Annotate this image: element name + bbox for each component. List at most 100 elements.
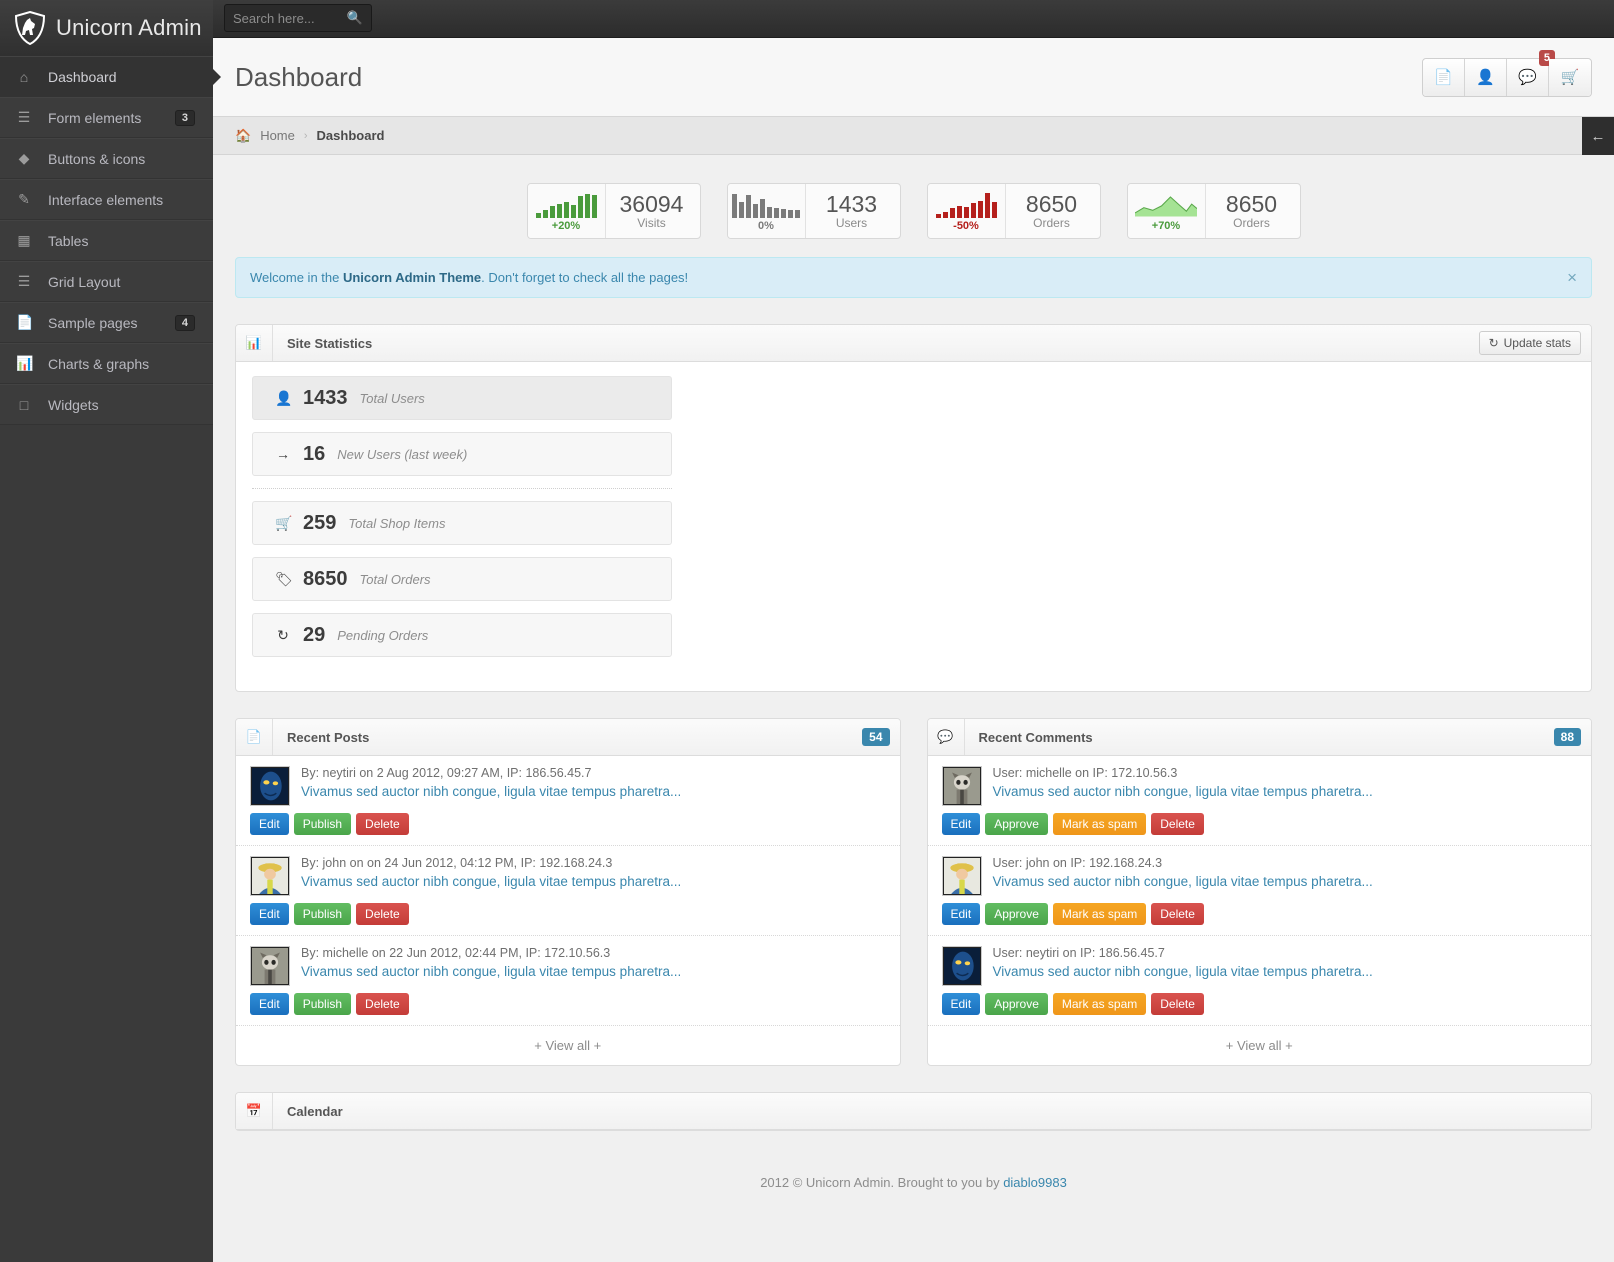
list-item-link[interactable]: Vivamus sed auctor nibh congue, ligula v…	[301, 784, 886, 799]
active-indicator-arrow	[213, 69, 221, 85]
breadcrumb: 🏠 Home › Dashboard ←	[213, 117, 1614, 155]
search-icon[interactable]: 🔍	[347, 10, 363, 26]
stat-box-percent: +20%	[552, 220, 580, 232]
approve-button[interactable]: Approve	[985, 993, 1048, 1015]
sidebar-item-dashboard[interactable]: ⌂Dashboard	[0, 56, 213, 97]
edit-button[interactable]: Edit	[250, 813, 289, 835]
stat-row-value: 8650	[303, 568, 348, 591]
stat-row-label: Total Orders	[360, 572, 431, 587]
edit-button[interactable]: Edit	[250, 903, 289, 925]
delete-button[interactable]: Delete	[356, 903, 409, 925]
brand[interactable]: Unicorn Admin	[0, 0, 213, 56]
recent-comments-view-all[interactable]: + View all +	[928, 1026, 1592, 1065]
header-action-user-button[interactable]: 👤	[1465, 59, 1507, 96]
update-stats-label: Update stats	[1504, 336, 1571, 350]
list-item-actions: EditPublishDelete	[250, 903, 886, 925]
publish-button[interactable]: Publish	[294, 903, 351, 925]
edit-button[interactable]: Edit	[942, 813, 981, 835]
main-area: +20%36094Visits0%1433Users-50%8650Orders…	[213, 155, 1614, 1190]
sidebar-item-tables[interactable]: ▦Tables	[0, 220, 213, 261]
publish-button[interactable]: Publish	[294, 813, 351, 835]
sidebar-item-label: Charts & graphs	[48, 356, 213, 372]
avatar	[250, 766, 290, 806]
edit-button[interactable]: Edit	[250, 993, 289, 1015]
header-action-cart-button[interactable]: 🛒	[1549, 59, 1591, 96]
refresh-icon: ↻	[275, 627, 291, 644]
comment-icon: 💬	[1518, 68, 1537, 86]
edit-button[interactable]: Edit	[942, 993, 981, 1015]
recent-comments-widget: 💬 Recent Comments 88 User: michelle on I…	[927, 718, 1593, 1066]
sidebar-item-widgets[interactable]: □Widgets	[0, 384, 213, 425]
stat-box-value-group: 36094Visits	[606, 184, 700, 238]
list-item-actions: EditPublishDelete	[250, 813, 886, 835]
sidebar-item-sample-pages[interactable]: 📄Sample pages4	[0, 302, 213, 343]
close-icon[interactable]: ×	[1567, 269, 1577, 286]
stat-box-visits-0[interactable]: +20% 36094Visits	[527, 183, 701, 239]
list-item-link[interactable]: Vivamus sed auctor nibh congue, ligula v…	[993, 784, 1578, 799]
approve-button[interactable]: Approve	[985, 813, 1048, 835]
list-item-link[interactable]: Vivamus sed auctor nibh congue, ligula v…	[993, 964, 1578, 979]
list-item: By: john on on 24 Jun 2012, 04:12 PM, IP…	[236, 846, 900, 936]
recent-posts-badge: 54	[862, 728, 889, 746]
delete-button[interactable]: Delete	[1151, 903, 1204, 925]
delete-button[interactable]: Delete	[1151, 813, 1204, 835]
footer-author-link[interactable]: diablo9983	[1003, 1175, 1067, 1190]
recent-posts-view-all[interactable]: + View all +	[236, 1026, 900, 1065]
search-box[interactable]: 🔍	[224, 4, 372, 32]
update-stats-button[interactable]: ↻ Update stats	[1479, 331, 1581, 355]
site-statistics-header: 📊 Site Statistics ↻ Update stats	[236, 325, 1591, 362]
sidebar-item-form-elements[interactable]: ☰Form elements3	[0, 97, 213, 138]
search-input[interactable]	[233, 11, 345, 26]
stat-box-spark: -50%	[928, 184, 1006, 238]
sidebar-item-label: Sample pages	[48, 315, 159, 331]
sidebar-collapse-toggle[interactable]: ←	[1582, 117, 1614, 155]
approve-button[interactable]: Approve	[985, 903, 1048, 925]
list-item-link[interactable]: Vivamus sed auctor nibh congue, ligula v…	[993, 874, 1578, 889]
stat-row-total-users: 👤1433Total Users	[252, 376, 672, 420]
sidebar-item-label: Buttons & icons	[48, 151, 213, 167]
delete-button[interactable]: Delete	[1151, 993, 1204, 1015]
avatar	[942, 946, 982, 986]
stat-row-label: Total Users	[360, 391, 425, 406]
stats-divider	[252, 488, 672, 489]
mark-as-spam-button[interactable]: Mark as spam	[1053, 903, 1146, 925]
user-icon: 👤	[275, 390, 291, 407]
stat-box-label: Users	[836, 216, 867, 230]
stat-row-value: 259	[303, 512, 336, 535]
recent-posts-header: 📄 Recent Posts 54	[236, 719, 900, 756]
mark-as-spam-button[interactable]: Mark as spam	[1053, 993, 1146, 1015]
delete-button[interactable]: Delete	[356, 993, 409, 1015]
site-statistics-widget: 📊 Site Statistics ↻ Update stats 👤1433To…	[235, 324, 1592, 692]
list-item-meta: By: john on on 24 Jun 2012, 04:12 PM, IP…	[301, 856, 886, 870]
feeds-row: 📄 Recent Posts 54 By: neytiri on 2 Aug 2…	[235, 718, 1592, 1092]
home-icon: ⌂	[16, 69, 32, 85]
sidebar-item-charts-graphs[interactable]: 📊Charts & graphs	[0, 343, 213, 384]
site-statistics-title: Site Statistics	[273, 336, 372, 351]
sidebar-item-badge: 4	[175, 315, 195, 331]
stat-box-users-1[interactable]: 0%1433Users	[727, 183, 901, 239]
grid-icon: ▦	[16, 232, 32, 249]
list-item-link[interactable]: Vivamus sed auctor nibh congue, ligula v…	[301, 964, 886, 979]
list-item: By: neytiri on 2 Aug 2012, 09:27 AM, IP:…	[236, 756, 900, 846]
mark-as-spam-button[interactable]: Mark as spam	[1053, 813, 1146, 835]
recent-comments-list: User: michelle on IP: 172.10.56.3Vivamus…	[928, 756, 1592, 1026]
avatar	[250, 946, 290, 986]
stat-box-orders-2[interactable]: -50%8650Orders	[927, 183, 1101, 239]
breadcrumb-home-link[interactable]: Home	[260, 128, 295, 143]
refresh-icon: ↻	[1489, 336, 1499, 350]
list-item: User: michelle on IP: 172.10.56.3Vivamus…	[928, 756, 1592, 846]
list-item-link[interactable]: Vivamus sed auctor nibh congue, ligula v…	[301, 874, 886, 889]
stat-row-new-users-last-week: →16New Users (last week)	[252, 432, 672, 476]
publish-button[interactable]: Publish	[294, 993, 351, 1015]
header-action-comments-button[interactable]: 💬 5	[1507, 59, 1549, 96]
edit-button[interactable]: Edit	[942, 903, 981, 925]
stat-box-orders-3[interactable]: +70%8650Orders	[1127, 183, 1301, 239]
stat-box-value: 8650	[1026, 192, 1077, 216]
sidebar-item-interface-elements[interactable]: ✎Interface elements	[0, 179, 213, 220]
sidebar-item-grid-layout[interactable]: ☰Grid Layout	[0, 261, 213, 302]
comment-icon: 💬	[928, 719, 965, 755]
delete-button[interactable]: Delete	[356, 813, 409, 835]
cart-icon: 🛒	[1561, 68, 1580, 86]
sidebar-item-buttons-icons[interactable]: ◆Buttons & icons	[0, 138, 213, 179]
header-action-file-button[interactable]: 📄	[1423, 59, 1465, 96]
